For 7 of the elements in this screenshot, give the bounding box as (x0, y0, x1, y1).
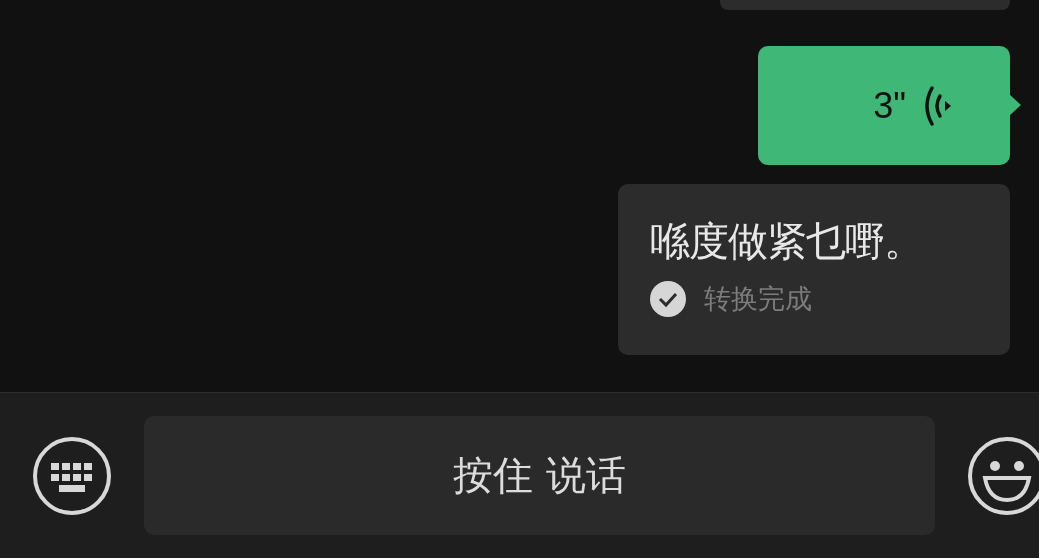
smiley-icon[interactable] (967, 435, 1039, 516)
check-icon (650, 281, 686, 317)
transcript-text: 喺度做紧乜嘢。 (650, 217, 924, 266)
voice-duration: 3" (873, 84, 906, 127)
keyboard-icon[interactable] (32, 435, 112, 516)
hold-to-talk-button[interactable]: 按住 说话 (144, 416, 935, 535)
conversion-status: 转换完成 (704, 282, 812, 316)
